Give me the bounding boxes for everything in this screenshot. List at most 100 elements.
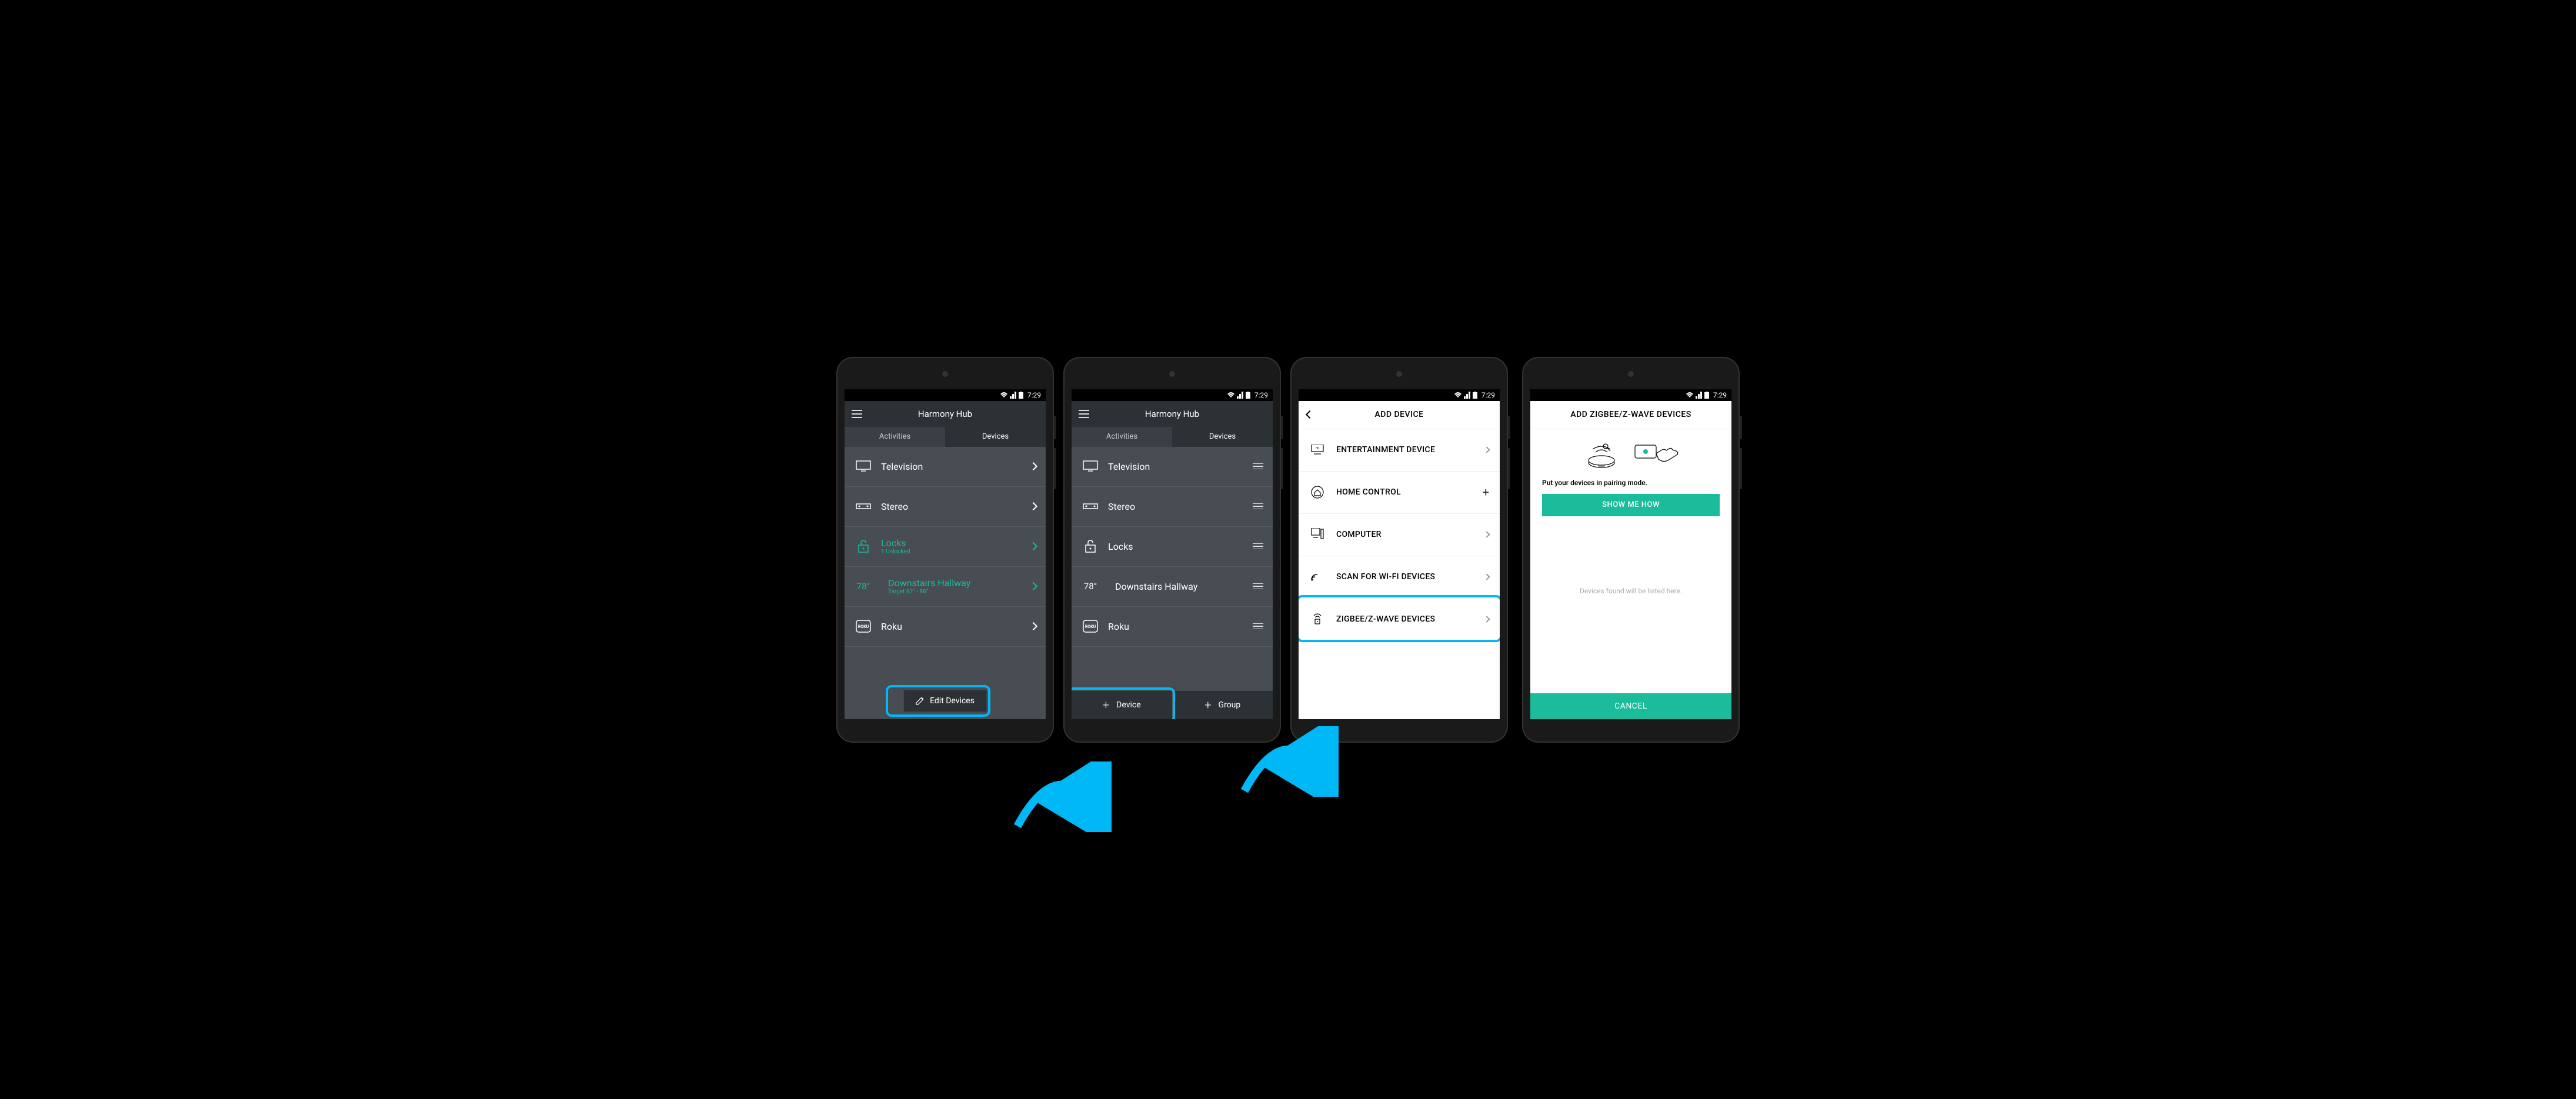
svg-text:HD: HD: [1316, 447, 1320, 450]
edit-devices-label: Edit Devices: [930, 696, 975, 706]
signal-icon: [1696, 392, 1703, 399]
plus-icon: +: [1204, 698, 1211, 712]
status-time: 7:29: [1254, 391, 1268, 399]
device-row-television[interactable]: Television: [1072, 447, 1273, 487]
roku-icon: ROKU: [1081, 620, 1100, 633]
app-header: Harmony Hub: [1072, 401, 1273, 427]
tab-devices[interactable]: Devices: [945, 427, 1046, 447]
device-row-stereo[interactable]: Stereo: [845, 487, 1046, 527]
svg-text:ROKU: ROKU: [858, 624, 869, 629]
device-row-roku[interactable]: ROKU Roku: [1072, 607, 1273, 647]
plus-icon: +: [1483, 485, 1489, 499]
device-row-locks[interactable]: Locks 1 Unlocked: [845, 527, 1046, 567]
chevron-right-icon: [1483, 446, 1490, 453]
category-zigbee-zwave[interactable]: ZIGBEE/Z-WAVE DEVICES: [1299, 599, 1500, 641]
signal-icon: [1237, 392, 1244, 399]
tab-bar: Activities Devices: [1072, 427, 1273, 447]
tab-activities[interactable]: Activities: [1072, 427, 1172, 447]
add-bar: + Device + Group: [1072, 691, 1273, 719]
category-wifi-scan[interactable]: SCAN FOR WI-FI DEVICES: [1299, 556, 1500, 599]
device-row-television[interactable]: Television: [845, 447, 1046, 487]
tv-icon: [854, 460, 873, 472]
stereo-icon: [854, 502, 873, 510]
computer-icon: [1309, 528, 1326, 541]
reorder-icon[interactable]: [1253, 543, 1263, 550]
reorder-icon[interactable]: [1253, 463, 1263, 470]
device-row-stereo[interactable]: Stereo: [1072, 487, 1273, 527]
device-sublabel: 1 Unlocked: [881, 549, 1030, 555]
lock-icon: [854, 539, 873, 553]
device-label: Downstairs Hallway: [888, 577, 1030, 589]
reorder-icon[interactable]: [1253, 623, 1263, 630]
category-computer[interactable]: COMPUTER: [1299, 514, 1500, 556]
pairing-illustration: [1542, 437, 1720, 473]
devices-found-placeholder: Devices found will be listed here.: [1542, 587, 1720, 595]
phone-4: 7:29 ADD ZIGBEE/Z-WAVE DEVICES: [1522, 357, 1740, 743]
device-sublabel: Target 62° - 86°: [888, 589, 1030, 595]
hub-icon: [1581, 440, 1622, 470]
category-label: COMPUTER: [1336, 530, 1484, 540]
tab-devices[interactable]: Devices: [1172, 427, 1273, 447]
phone-1: 7:29 Harmony Hub Activities Devices Tele…: [836, 357, 1054, 743]
device-row-locks[interactable]: Locks: [1072, 527, 1273, 567]
battery-icon: [1019, 392, 1023, 399]
lock-icon: [1081, 539, 1100, 553]
battery-icon: [1473, 392, 1477, 399]
tab-bar: Activities Devices: [845, 427, 1046, 447]
device-row-thermostat[interactable]: 78° Downstairs Hallway Target 62° - 86°: [845, 567, 1046, 607]
chevron-right-icon: [1483, 531, 1490, 537]
device-label: Television: [1108, 461, 1253, 472]
reorder-icon[interactable]: [1253, 583, 1263, 590]
category-entertainment[interactable]: HD ENTERTAINMENT DEVICE: [1299, 429, 1500, 472]
category-home-control[interactable]: HOME CONTROL +: [1299, 472, 1500, 514]
chevron-right-icon: [1029, 622, 1037, 630]
app-header: ADD ZIGBEE/Z-WAVE DEVICES: [1530, 401, 1731, 429]
app-header: ADD DEVICE: [1299, 401, 1500, 429]
pencil-icon: [916, 697, 924, 705]
add-group-label: Group: [1219, 700, 1241, 710]
menu-icon[interactable]: [1079, 410, 1089, 418]
category-label: ENTERTAINMENT DEVICE: [1336, 445, 1484, 455]
svg-text:ROKU: ROKU: [1085, 624, 1096, 629]
device-label: Locks: [881, 537, 1030, 549]
zigbee-icon: [1309, 612, 1326, 626]
signal-icon: [1464, 392, 1471, 399]
page-title: ADD DEVICE: [1313, 410, 1486, 419]
signal-icon: [1010, 392, 1017, 399]
add-group-button[interactable]: + Group: [1173, 691, 1273, 719]
cancel-button[interactable]: CANCEL: [1530, 693, 1731, 719]
device-label: Stereo: [1108, 501, 1253, 512]
chevron-right-icon: [1029, 582, 1037, 590]
home-icon: [1309, 485, 1326, 499]
tv-icon: [1081, 460, 1100, 472]
show-me-how-button[interactable]: SHOW ME HOW: [1542, 494, 1720, 516]
hand-press-icon: [1634, 440, 1681, 470]
page-title: Harmony Hub: [1089, 409, 1255, 419]
wifi-icon: [1227, 392, 1235, 399]
roku-icon: ROKU: [854, 620, 873, 633]
stereo-icon: [1081, 502, 1100, 510]
wifi-icon: [1000, 392, 1008, 399]
category-label: HOME CONTROL: [1336, 487, 1483, 497]
entertainment-icon: HD: [1309, 445, 1326, 455]
status-time: 7:29: [1481, 391, 1495, 399]
reorder-icon[interactable]: [1253, 503, 1263, 510]
status-bar: 7:29: [1072, 389, 1273, 401]
device-row-thermostat[interactable]: 78° Downstairs Hallway: [1072, 567, 1273, 607]
add-device-label: Device: [1116, 700, 1140, 710]
menu-icon[interactable]: [852, 410, 862, 418]
plus-icon: +: [1103, 698, 1109, 712]
device-label: Roku: [881, 621, 1030, 632]
category-label: ZIGBEE/Z-WAVE DEVICES: [1336, 614, 1484, 624]
category-label: SCAN FOR WI-FI DEVICES: [1336, 572, 1484, 582]
chevron-right-icon: [1029, 542, 1037, 550]
pairing-instruction: Put your devices in pairing mode.: [1542, 479, 1720, 487]
device-row-roku[interactable]: ROKU Roku: [845, 607, 1046, 647]
tab-activities[interactable]: Activities: [845, 427, 945, 447]
add-device-button[interactable]: + Device: [1072, 691, 1173, 719]
status-bar: 7:29: [1530, 389, 1731, 401]
edit-devices-button[interactable]: Edit Devices: [903, 690, 987, 712]
device-label: Downstairs Hallway: [1115, 581, 1253, 592]
app-header: Harmony Hub: [845, 401, 1046, 427]
chevron-right-icon: [1029, 502, 1037, 510]
